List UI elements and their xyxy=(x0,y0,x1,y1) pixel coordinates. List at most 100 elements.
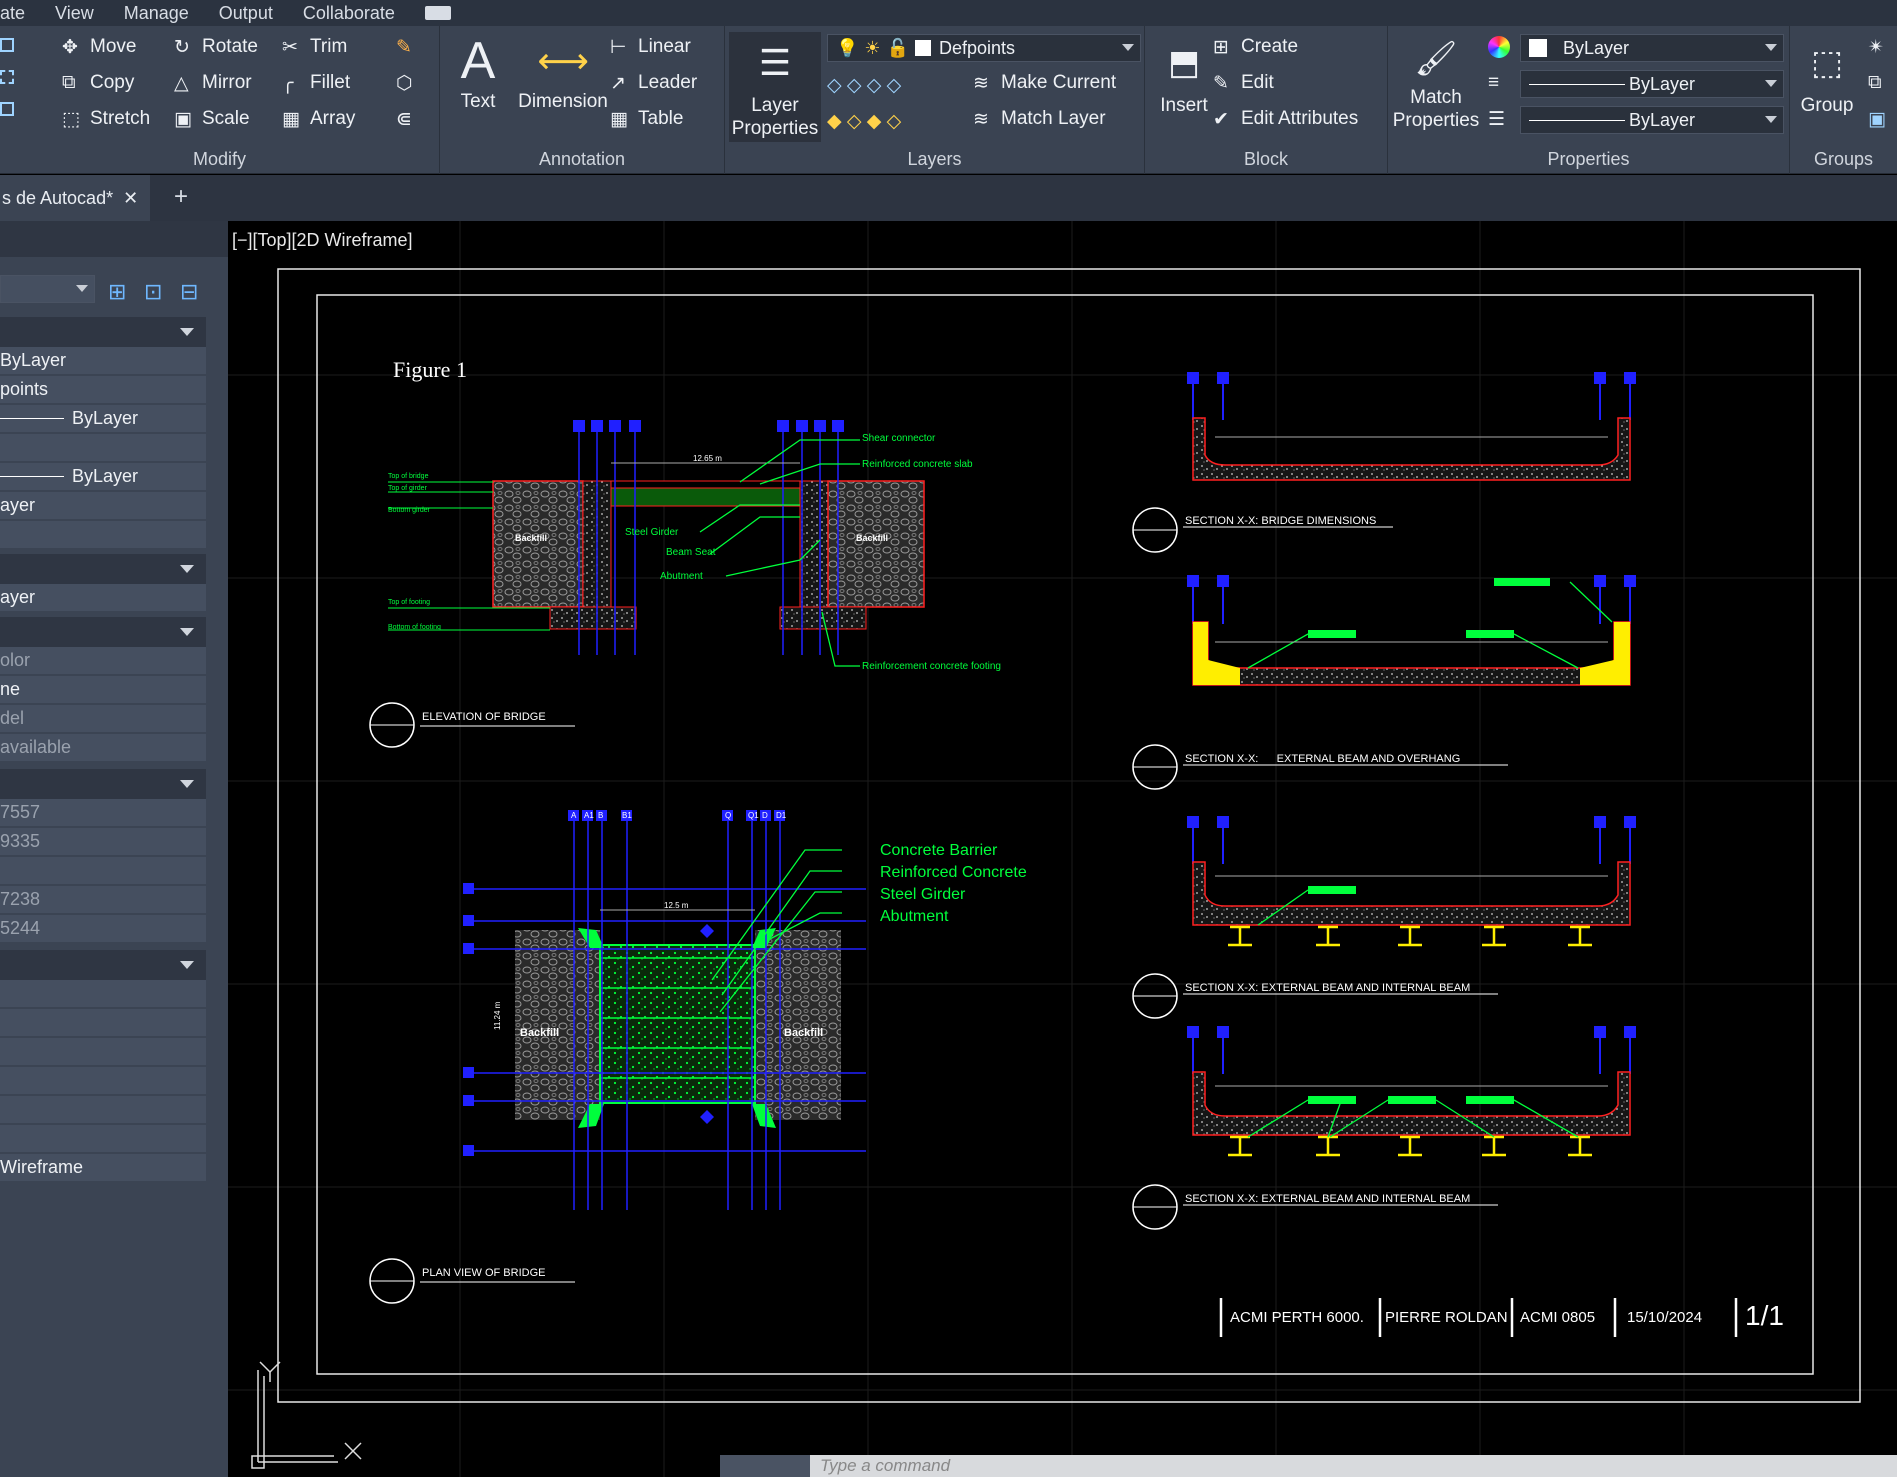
select-objects-icon[interactable]: ⊡ xyxy=(144,279,162,305)
erase-button[interactable]: ✎ xyxy=(396,36,424,58)
svg-text:B1: B1 xyxy=(622,811,632,820)
modify-partial-2[interactable] xyxy=(0,70,20,84)
offset-button[interactable]: ⋐ xyxy=(396,108,424,130)
mirror-button[interactable]: △ Mirror xyxy=(174,72,252,94)
prop-color[interactable]: ByLayer xyxy=(0,347,206,375)
prop-misc-6[interactable] xyxy=(0,1125,206,1153)
section-view[interactable] xyxy=(0,769,206,799)
prop-center-z[interactable] xyxy=(0,857,206,885)
group-button[interactable]: ⬚ Group xyxy=(1792,32,1862,117)
panel-title-modify[interactable]: Modify xyxy=(0,149,439,170)
prop-misc-4[interactable] xyxy=(0,1067,206,1095)
ungroup-icon[interactable]: ✴ xyxy=(1868,36,1884,59)
pickadd-icon[interactable]: ⊟ xyxy=(180,279,198,305)
section-plot-style[interactable] xyxy=(0,617,206,647)
scale-button[interactable]: ▣ Scale xyxy=(174,108,250,130)
file-tab-current[interactable]: s de Autocad* ✕ xyxy=(0,175,150,221)
prop-lineweight[interactable]: ByLayer xyxy=(0,463,206,491)
edit-block-button[interactable]: ✎ Edit xyxy=(1213,72,1274,94)
table-button[interactable]: ▦ Table xyxy=(610,108,683,130)
close-icon[interactable]: ✕ xyxy=(123,188,138,209)
make-current-button[interactable]: ≋ Make Current xyxy=(973,72,1116,94)
array-button[interactable]: ▦ Array xyxy=(282,108,355,130)
color-wheel-icon[interactable] xyxy=(1488,36,1510,58)
match-layer-button[interactable]: ≋ Match Layer xyxy=(973,108,1106,130)
workspace-switch-icon[interactable] xyxy=(424,6,451,20)
create-block-button[interactable]: ⊞ Create xyxy=(1213,36,1298,58)
move-icon: ✥ xyxy=(62,37,78,58)
section-general[interactable] xyxy=(0,317,206,347)
layer-dropdown[interactable]: 💡 ☀ 🔓 Defpoints xyxy=(827,34,1141,62)
section-4-title: SECTION X-X: EXTERNAL BEAM AND INTERNAL … xyxy=(1185,1193,1470,1205)
lineweight-icon[interactable]: ☰ xyxy=(1488,108,1505,131)
modify-partial-3[interactable] xyxy=(0,102,20,116)
prop-layer[interactable]: points xyxy=(0,376,206,404)
prop-plot-table[interactable]: ne xyxy=(0,676,206,704)
prop-misc-1[interactable] xyxy=(0,980,206,1008)
prop-linetype-scale[interactable] xyxy=(0,434,206,462)
legend-reinforced-concrete: Reinforced Concrete xyxy=(880,864,1027,881)
command-input[interactable]: Type a command xyxy=(820,1456,950,1476)
prop-thickness[interactable] xyxy=(0,521,206,549)
prop-transparency[interactable]: ayer xyxy=(0,492,206,520)
leader-button[interactable]: ↗ Leader xyxy=(610,72,697,94)
level-top-of-girder: Top of girder xyxy=(388,485,428,492)
layer-properties-button[interactable]: ☰ Layer Properties xyxy=(729,32,821,142)
drawing-viewport[interactable]: Figure 1 12.65 m Backfill Backfill Top o… xyxy=(228,221,1897,1477)
edit-attributes-button[interactable]: ✔ Edit Attributes xyxy=(1213,108,1358,130)
prop-plot-type[interactable]: available xyxy=(0,734,206,762)
command-line[interactable]: Type a command xyxy=(720,1455,1897,1477)
match-properties-button[interactable]: 🖌 Match Properties xyxy=(1390,32,1482,132)
prop-plot-style[interactable]: olor xyxy=(0,647,206,675)
prop-misc-2[interactable] xyxy=(0,1009,206,1037)
dimension-button[interactable]: ⟷ Dimension xyxy=(508,32,618,113)
new-tab-button[interactable]: + xyxy=(174,183,188,211)
menu-item-annotate[interactable]: ate xyxy=(0,3,25,24)
section-3d-visualization[interactable] xyxy=(0,554,206,584)
prop-width[interactable]: 5244 xyxy=(0,915,206,943)
prop-misc-5[interactable] xyxy=(0,1096,206,1124)
prop-center-x[interactable]: 7557 xyxy=(0,799,206,827)
menu-item-view[interactable]: View xyxy=(55,3,94,24)
linear-button[interactable]: ⊢ Linear xyxy=(610,36,691,58)
move-button[interactable]: ✥ Move xyxy=(62,36,136,58)
fillet-button[interactable]: ╭ Fillet xyxy=(282,72,350,94)
prop-visual-style[interactable]: Wireframe xyxy=(0,1154,206,1182)
modify-partial-1[interactable] xyxy=(0,38,20,52)
color-dropdown[interactable]: ByLayer xyxy=(1520,34,1784,62)
text-button[interactable]: A Text xyxy=(448,32,508,113)
menu-item-output[interactable]: Output xyxy=(219,3,273,24)
group-edit-icon[interactable]: ⧉ xyxy=(1868,72,1882,94)
trim-button[interactable]: ✂ Trim xyxy=(282,36,347,58)
panel-title-annotation[interactable]: Annotation xyxy=(440,149,724,170)
layer-tools-row-2[interactable]: ◇ ◇ ◇ ◇ xyxy=(827,74,901,97)
linetype-dropdown[interactable]: ByLayer xyxy=(1520,70,1784,98)
prop-material[interactable]: ayer xyxy=(0,584,206,612)
object-type-dropdown[interactable] xyxy=(0,275,95,303)
command-line-buttons[interactable] xyxy=(720,1455,810,1477)
panel-title-block[interactable]: Block xyxy=(1145,149,1387,170)
linetype-icon[interactable]: ≡ xyxy=(1488,72,1499,94)
panel-title-layers[interactable]: Layers xyxy=(725,149,1144,170)
prop-misc-3[interactable] xyxy=(0,1038,206,1066)
section-misc[interactable] xyxy=(0,950,206,980)
quick-select-icon[interactable]: ⊞ xyxy=(108,279,126,305)
copy-button[interactable]: ⧉ Copy xyxy=(62,72,134,94)
explode-button[interactable]: ⬡ xyxy=(396,72,424,94)
lineweight-dropdown[interactable]: ByLayer xyxy=(1520,106,1784,134)
layer-tools-row-3[interactable]: ◆ ◇ ◆ ◇ xyxy=(827,110,901,133)
prop-center-y[interactable]: 9335 xyxy=(0,828,206,856)
menu-item-collaborate[interactable]: Collaborate xyxy=(303,3,395,24)
panel-title-groups[interactable]: Groups xyxy=(1790,149,1897,170)
insert-button[interactable]: ⬒ Insert xyxy=(1149,32,1219,117)
group-select-icon[interactable]: ▣ xyxy=(1868,108,1886,131)
menu-item-manage[interactable]: Manage xyxy=(124,3,189,24)
prop-plot-attached[interactable]: del xyxy=(0,705,206,733)
rotate-button[interactable]: ↻ Rotate xyxy=(174,36,258,58)
prop-height[interactable]: 7238 xyxy=(0,886,206,914)
panel-title-properties[interactable]: Properties xyxy=(1388,149,1789,170)
stretch-button[interactable]: ⬚ Stretch xyxy=(62,108,150,130)
panel-layers: ☰ Layer Properties 💡 ☀ 🔓 Defpoints ◇ ◇ ◇ ◇ ≋ M… xyxy=(725,26,1145,174)
viewport-controls[interactable]: [−][Top][2D Wireframe] xyxy=(232,230,413,251)
prop-linetype[interactable]: ByLayer xyxy=(0,405,206,433)
